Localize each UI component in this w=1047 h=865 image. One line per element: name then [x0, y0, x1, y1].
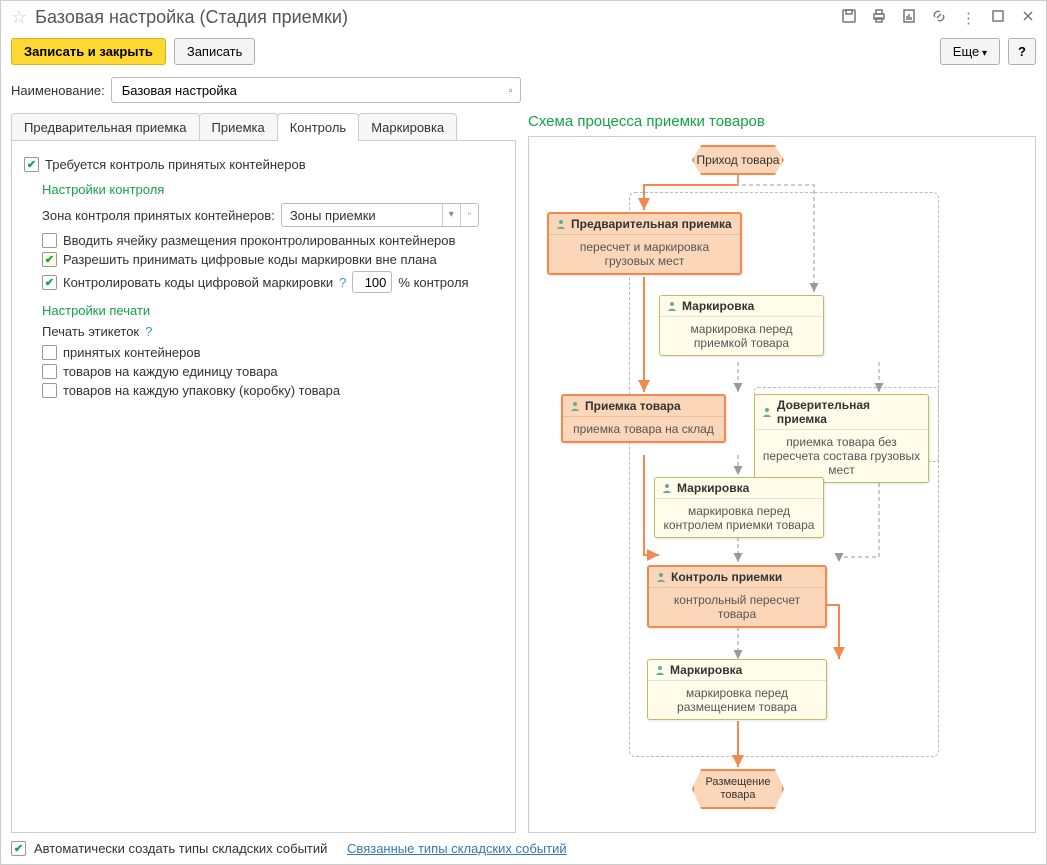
require-control-label: Требуется контроль принятых контейнеров — [45, 157, 306, 172]
node-pre-reception[interactable]: Предварительная приемка пересчет и марки… — [547, 212, 742, 275]
save-icon[interactable] — [841, 8, 857, 28]
print-opt1-checkbox[interactable] — [42, 345, 57, 360]
dropdown-icon[interactable]: ▾ — [442, 204, 460, 226]
node-reception-control[interactable]: Контроль приемки контрольный пересчет то… — [647, 565, 827, 628]
auto-create-label: Автоматически создать типы складских соб… — [34, 841, 327, 856]
allow-digital-checkbox[interactable] — [42, 252, 57, 267]
print-opt2-checkbox[interactable] — [42, 364, 57, 379]
percent-input[interactable] — [352, 271, 392, 293]
node-marking-before-placement[interactable]: Маркировка маркировка перед размещением … — [647, 659, 827, 720]
print-opt1-label: принятых контейнеров — [63, 345, 200, 360]
maximize-icon[interactable] — [990, 8, 1006, 28]
control-codes-label: Контролировать коды цифровой маркировки — [63, 275, 333, 290]
reports-icon[interactable] — [901, 8, 917, 28]
auto-create-checkbox[interactable] — [11, 841, 26, 856]
link-icon[interactable] — [931, 8, 947, 28]
close-icon[interactable] — [1020, 8, 1036, 28]
tab-marking[interactable]: Маркировка — [358, 113, 457, 141]
menu-dots-icon[interactable]: ⋮ — [961, 9, 976, 27]
tab-reception[interactable]: Приемка — [199, 113, 278, 141]
control-settings-header: Настройки контроля — [42, 182, 503, 197]
tab-pre-reception[interactable]: Предварительная приемка — [11, 113, 200, 141]
node-trusted-reception[interactable]: Доверительная приемка приемка товара без… — [754, 394, 929, 483]
print-labels-label: Печать этикеток — [42, 324, 139, 339]
require-control-checkbox[interactable] — [24, 157, 39, 172]
help-icon-2[interactable]: ? — [145, 324, 152, 339]
enter-cell-checkbox[interactable] — [42, 233, 57, 248]
name-input[interactable] — [120, 82, 506, 99]
allow-digital-label: Разрешить принимать цифровые коды маркир… — [63, 252, 437, 267]
control-codes-checkbox[interactable] — [42, 275, 57, 290]
node-end: Размещение товара — [692, 769, 784, 809]
node-marking-before-reception[interactable]: Маркировка маркировка перед приемкой тов… — [659, 295, 824, 356]
tab-control[interactable]: Контроль — [277, 113, 359, 141]
page-title: Базовая настройка (Стадия приемки) — [35, 7, 833, 28]
name-label: Наименование: — [11, 83, 105, 98]
enter-cell-label: Вводить ячейку размещения проконтролиров… — [63, 233, 455, 248]
percent-suffix: % контроля — [398, 275, 468, 290]
print-opt3-label: товаров на каждую упаковку (коробку) тов… — [63, 383, 340, 398]
save-and-close-button[interactable]: Записать и закрыть — [11, 38, 166, 65]
print-icon[interactable] — [871, 8, 887, 28]
node-reception[interactable]: Приемка товара приемка товара на склад — [561, 394, 726, 443]
name-input-wrap[interactable]: ▫ — [111, 77, 521, 103]
scheme-title: Схема процесса приемки товаров — [528, 113, 1036, 130]
zone-select[interactable]: Зоны приемки ▾ ▫ — [281, 203, 479, 227]
open-ref-icon[interactable]: ▫ — [460, 204, 478, 226]
zone-label: Зона контроля принятых контейнеров: — [42, 208, 275, 223]
zone-value: Зоны приемки — [282, 208, 442, 223]
print-opt3-checkbox[interactable] — [42, 383, 57, 398]
print-settings-header: Настройки печати — [42, 303, 503, 318]
save-button[interactable]: Записать — [174, 38, 256, 65]
node-marking-before-control[interactable]: Маркировка маркировка перед контролем пр… — [654, 477, 824, 538]
related-types-link[interactable]: Связанные типы складских событий — [347, 841, 567, 856]
node-start: Приход товара — [692, 145, 784, 175]
help-icon[interactable]: ? — [339, 275, 346, 290]
more-button[interactable]: Еще — [940, 38, 1000, 65]
open-icon[interactable]: ▫ — [505, 83, 515, 97]
scheme-canvas: Приход товара Предварительная приемка пе… — [528, 136, 1036, 833]
print-opt2-label: товаров на каждую единицу товара — [63, 364, 278, 379]
help-button[interactable]: ? — [1008, 38, 1036, 65]
favorite-star-icon[interactable]: ☆ — [11, 7, 27, 28]
